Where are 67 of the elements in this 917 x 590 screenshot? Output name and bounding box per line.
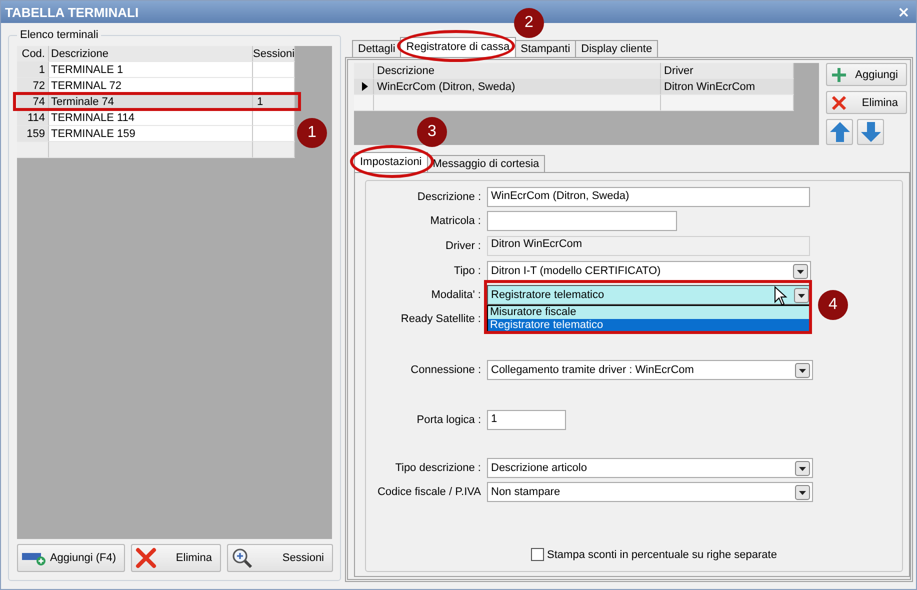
- delete-button[interactable]: Elimina: [131, 544, 221, 572]
- terminal-row[interactable]: 159 TERMINALE 159: [17, 126, 295, 142]
- window-title: TABELLA TERMINALI: [5, 4, 139, 20]
- dropdown[interactable]: Non stampare: [487, 482, 813, 502]
- table-cell: TERMINALE 114: [49, 110, 253, 126]
- sessions-button[interactable]: Sessioni: [227, 544, 333, 572]
- dropdown-option[interactable]: Misuratore fiscale: [488, 306, 810, 319]
- field-label: Tipo descrizione :: [394, 462, 482, 474]
- add-button[interactable]: Aggiungi: [826, 63, 907, 86]
- arrow-down-icon: [860, 121, 882, 143]
- table-cell: WinEcrCom (Ditron, Sweda): [374, 79, 661, 95]
- tab[interactable]: Registratore di cassa: [400, 37, 516, 57]
- tab[interactable]: Stampanti: [514, 40, 576, 57]
- plus-icon: [831, 66, 847, 82]
- field-label: Modalita' :: [430, 289, 482, 301]
- field-label: Codice fiscale / P.IVA: [376, 486, 482, 498]
- delete-icon: [831, 94, 847, 110]
- dropdown[interactable]: Registratore telematico: [487, 285, 812, 305]
- table-cell: [253, 126, 295, 142]
- move-up-button[interactable]: [826, 119, 853, 145]
- monitor-add-icon: [21, 550, 47, 566]
- input-field[interactable]: WinEcrCom (Ditron, Sweda): [487, 187, 810, 207]
- delete-icon: [135, 547, 157, 569]
- terminal-row[interactable]: 1 TERMINALE 1: [17, 62, 295, 78]
- column-header: Descrizione: [49, 46, 253, 62]
- checkbox-label: Stampa sconti in percentuale su righe separate: [547, 548, 777, 560]
- terminal-row[interactable]: 114 TERMINALE 114: [17, 110, 295, 126]
- dropdown-option[interactable]: Registratore telematico: [488, 319, 810, 332]
- column-header: Driver: [661, 63, 794, 79]
- row-pointer-icon: [362, 82, 368, 91]
- column-header: Sessioni: [253, 46, 295, 62]
- table-cell: [253, 110, 295, 126]
- dropdown[interactable]: Collegamento tramite driver : WinEcrCom: [487, 360, 813, 380]
- table-cell: 114: [17, 110, 49, 126]
- column-header: Descrizione: [374, 63, 661, 79]
- group-title: Elenco terminali: [19, 29, 100, 41]
- zoom-icon: [231, 547, 253, 569]
- field-label: Descrizione :: [416, 191, 482, 203]
- tab[interactable]: Dettagli: [352, 40, 402, 57]
- add-button[interactable]: Aggiungi (F4): [17, 544, 125, 572]
- input-field[interactable]: [487, 211, 677, 231]
- field-label: Driver :: [444, 240, 482, 252]
- field-label: Ready Satellite :: [400, 313, 482, 325]
- field-label: Porta logica :: [416, 414, 482, 426]
- field-label: Connessione :: [410, 364, 482, 376]
- tab[interactable]: Messaggio di cortesia: [426, 155, 546, 172]
- field-label: Tipo :: [452, 265, 482, 277]
- checkbox[interactable]: [531, 548, 544, 561]
- readonly-field: Ditron WinEcrCom: [487, 236, 810, 256]
- delete-button[interactable]: Elimina: [826, 91, 907, 114]
- tab[interactable]: Display cliente: [575, 40, 658, 57]
- table-cell: TERMINALE 159: [49, 126, 253, 142]
- input-field[interactable]: 1: [487, 410, 566, 430]
- corner-cell: [354, 63, 374, 79]
- tab[interactable]: Impostazioni: [354, 152, 428, 172]
- register-row[interactable]: WinEcrCom (Ditron, Sweda) Ditron WinEcrCom: [354, 79, 794, 95]
- field-label: Matricola :: [429, 215, 482, 227]
- column-header: Cod.: [17, 46, 49, 62]
- table-cell: 1: [17, 62, 49, 78]
- move-down-button[interactable]: [857, 119, 884, 145]
- arrow-up-icon: [828, 121, 850, 143]
- dropdown[interactable]: Ditron I-T (modello CERTIFICATO): [487, 261, 811, 281]
- table-cell: TERMINALE 1: [49, 62, 253, 78]
- table-cell: 159: [17, 126, 49, 142]
- table-cell: Ditron WinEcrCom: [661, 79, 794, 95]
- table-cell: [253, 62, 295, 78]
- dropdown[interactable]: Descrizione articolo: [487, 458, 813, 478]
